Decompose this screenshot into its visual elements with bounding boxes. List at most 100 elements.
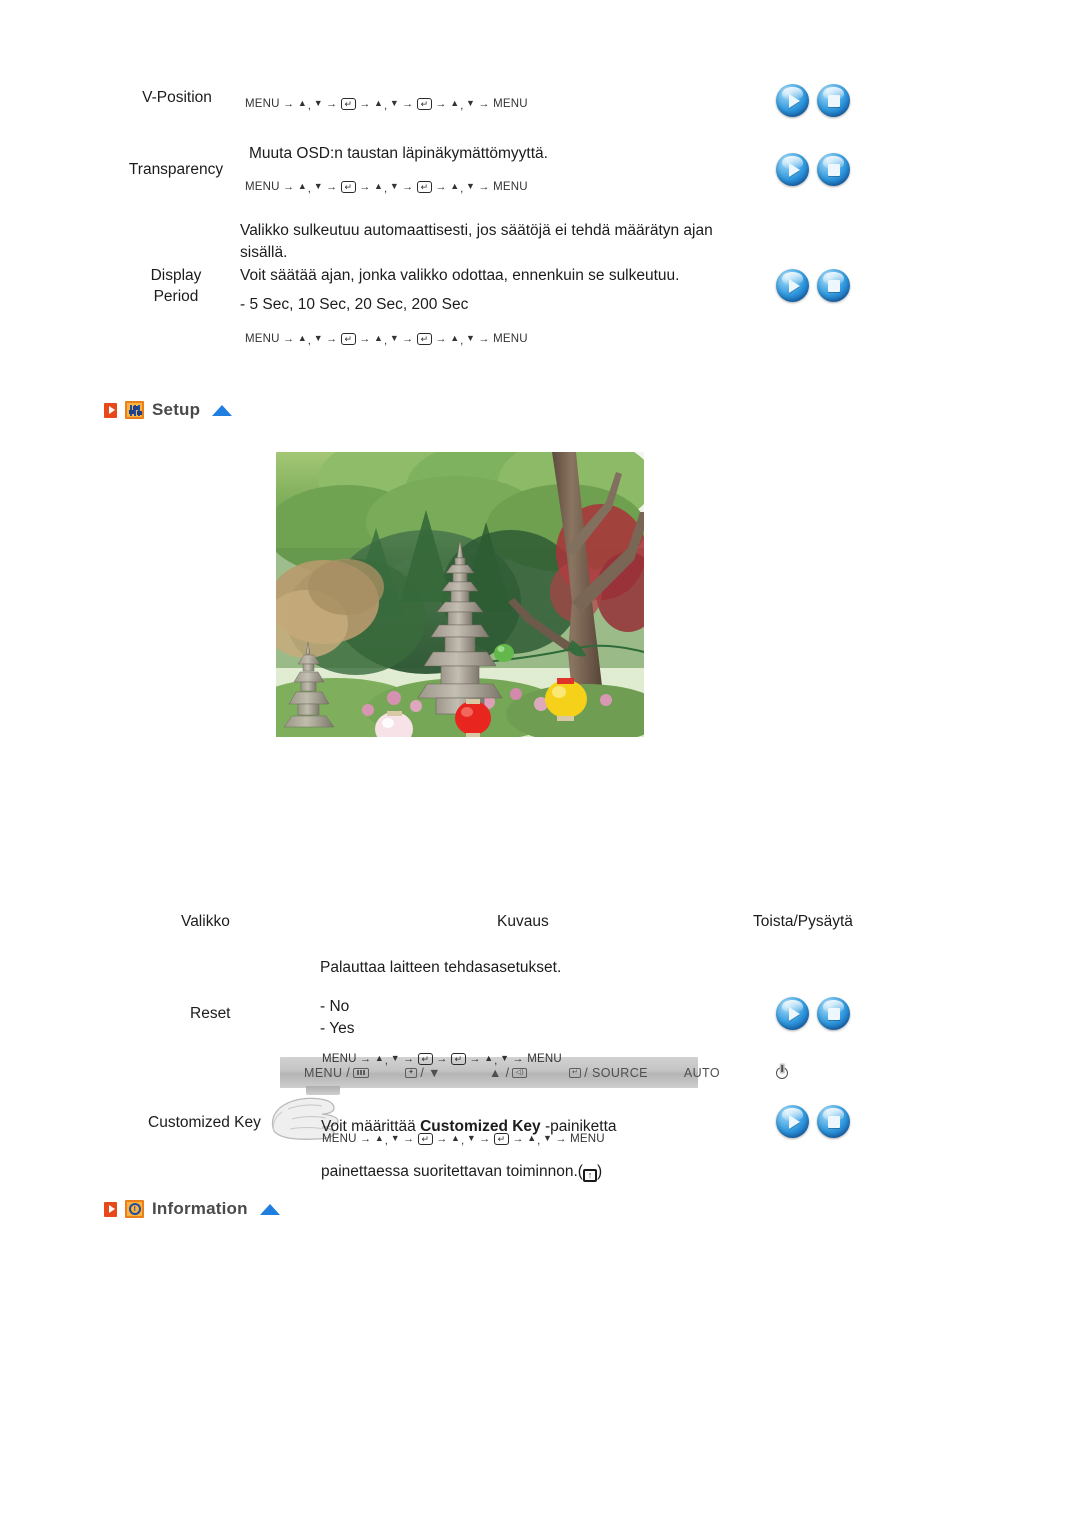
photo-illustration — [276, 452, 644, 737]
enter-key-icon: ↵ — [417, 1053, 433, 1065]
play-button[interactable] — [776, 269, 809, 302]
collapse-up-triangle-icon[interactable] — [212, 404, 233, 416]
row-label-reset: Reset — [190, 1005, 231, 1022]
control-label-auto: AUTO — [683, 1065, 720, 1080]
control-button-power[interactable] — [776, 1066, 788, 1079]
nav-sequence-v-position: MENU → ▲ , ▼ → ↵ → ▲ , ▼ → ↵ → ▲ , ▼ → M… — [244, 98, 529, 112]
nav-menu-end: MENU — [527, 1053, 562, 1065]
play-icon — [776, 153, 809, 186]
enter-key-icon: ↵ — [340, 98, 356, 110]
playstop-group-display-period — [776, 269, 850, 302]
arrow-icon: → — [435, 181, 447, 193]
nav-menu-start: MENU — [322, 1133, 357, 1145]
playstop-group-customized-key — [776, 1105, 850, 1138]
down-triangle-icon: ▼ — [500, 1053, 509, 1063]
section-title-information: Information — [152, 1199, 248, 1218]
desc-line2-pre: painettaessa suoritettavan toiminnon.( — [321, 1163, 583, 1181]
play-button[interactable] — [776, 997, 809, 1030]
stop-button[interactable] — [817, 269, 850, 302]
play-button[interactable] — [776, 1105, 809, 1138]
control-button-volume[interactable]: ▲ / ◁) — [489, 1066, 527, 1080]
arrow-icon: → — [402, 98, 414, 110]
play-button[interactable] — [776, 84, 809, 117]
down-triangle-icon: ▼ — [389, 98, 399, 108]
arrow-icon: → — [478, 98, 490, 110]
control-button-menu[interactable]: MENU / — [304, 1065, 370, 1080]
row-label-v-position: V-Position — [142, 89, 212, 106]
down-triangle-icon: ▼ — [389, 181, 399, 191]
row-label-customized-key: Customized Key — [148, 1114, 261, 1131]
stop-button[interactable] — [817, 1105, 850, 1138]
arrow-icon: → — [402, 181, 414, 193]
arrow-icon: → — [283, 181, 295, 193]
arrow-icon: → — [326, 181, 338, 193]
play-icon — [776, 997, 809, 1030]
up-triangle-icon: ▲ — [450, 181, 460, 191]
column-header-playstop: Toista/Pysäytä — [753, 913, 853, 930]
nav-menu-end: MENU — [493, 333, 528, 345]
down-triangle-icon: ▼ — [466, 181, 475, 191]
stop-button[interactable] — [817, 84, 850, 117]
nav-menu-start: MENU — [245, 181, 280, 193]
orange-play-marker-icon — [104, 1201, 117, 1217]
stop-icon — [817, 1105, 850, 1138]
playstop-group-transparency — [776, 153, 850, 186]
volume-icon: ◁) — [512, 1067, 527, 1078]
down-triangle-icon: ▼ — [466, 333, 475, 343]
up-triangle-icon: ▲ — [297, 98, 307, 108]
nav-sequence-transparency: MENU → ▲ , ▼ → ↵ → ▲ , ▼ → ↵ → ▲ , ▼ → M… — [244, 181, 529, 195]
up-triangle-icon: ▲ — [374, 1133, 384, 1143]
row-label-display-period: Display Period — [150, 267, 202, 305]
up-triangle-icon: ▲ — [527, 1133, 537, 1143]
nav-menu-end: MENU — [570, 1133, 605, 1145]
arrow-icon: → — [360, 1053, 372, 1065]
enter-key-icon: ↵ — [340, 181, 356, 193]
arrow-icon: → — [435, 98, 447, 110]
arrow-icon: → — [283, 333, 295, 345]
control-label-menu: MENU / — [304, 1065, 351, 1080]
section-heading-setup[interactable]: Setup — [104, 400, 233, 420]
up-triangle-icon: ▲ — [297, 181, 307, 191]
up-triangle-icon: ▲ — [374, 181, 383, 191]
play-button[interactable] — [776, 153, 809, 186]
arrow-icon: → — [436, 1133, 448, 1145]
arrow-icon: → — [283, 98, 295, 110]
arrow-icon: → — [326, 333, 338, 345]
control-button-source[interactable]: ↵ / SOURCE — [569, 1066, 648, 1080]
row-description-transparency: Muuta OSD:n taustan läpinäkymättömyyttä. — [249, 145, 548, 162]
up-triangle-icon: ▲ — [450, 333, 460, 343]
enter-key-icon: ↵ — [416, 98, 432, 110]
column-header-description: Kuvaus — [497, 913, 549, 930]
equalizer-sliders-icon — [125, 401, 144, 419]
nav-sequence-reset: MENU → ▲ , ▼ → ↵ → ↵ → ▲ , ▼ → MENU — [321, 1053, 563, 1067]
down-triangle-icon: ▼ — [390, 1133, 400, 1143]
up-triangle-icon: ▲ — [297, 333, 307, 343]
section-heading-information[interactable]: Information — [104, 1199, 280, 1219]
stop-icon — [817, 153, 850, 186]
arrow-icon: → — [512, 1133, 524, 1145]
arrow-icon: → — [478, 333, 490, 345]
control-label-source: / SOURCE — [584, 1065, 648, 1080]
control-button-brightness[interactable]: ✦ / ▼ — [405, 1066, 441, 1080]
down-triangle-icon: ▼ — [389, 333, 399, 343]
row-label-transparency: Transparency — [128, 161, 224, 178]
control-button-auto[interactable]: AUTO — [684, 1066, 720, 1080]
up-triangle-icon: ▲ — [484, 1053, 494, 1063]
collapse-up-triangle-icon[interactable] — [259, 1203, 280, 1215]
enter-key-icon: ↵ — [416, 181, 432, 193]
nav-menu-start: MENU — [322, 1053, 357, 1065]
play-icon — [776, 1105, 809, 1138]
section-title-setup: Setup — [152, 400, 201, 419]
arrow-icon: → — [326, 98, 338, 110]
stop-icon — [817, 269, 850, 302]
arrow-icon: → — [555, 1133, 567, 1145]
nav-menu-start: MENU — [245, 333, 280, 345]
enter-key-icon: ↵ — [417, 1133, 433, 1145]
stop-button[interactable] — [817, 997, 850, 1030]
stop-button[interactable] — [817, 153, 850, 186]
control-label-brightness: / ▼ — [420, 1065, 441, 1080]
up-triangle-icon: ▲ — [450, 98, 460, 108]
temple-garden-photo — [276, 452, 644, 737]
arrow-icon: → — [479, 1133, 491, 1145]
enter-key-icon: ↵ — [416, 333, 432, 345]
